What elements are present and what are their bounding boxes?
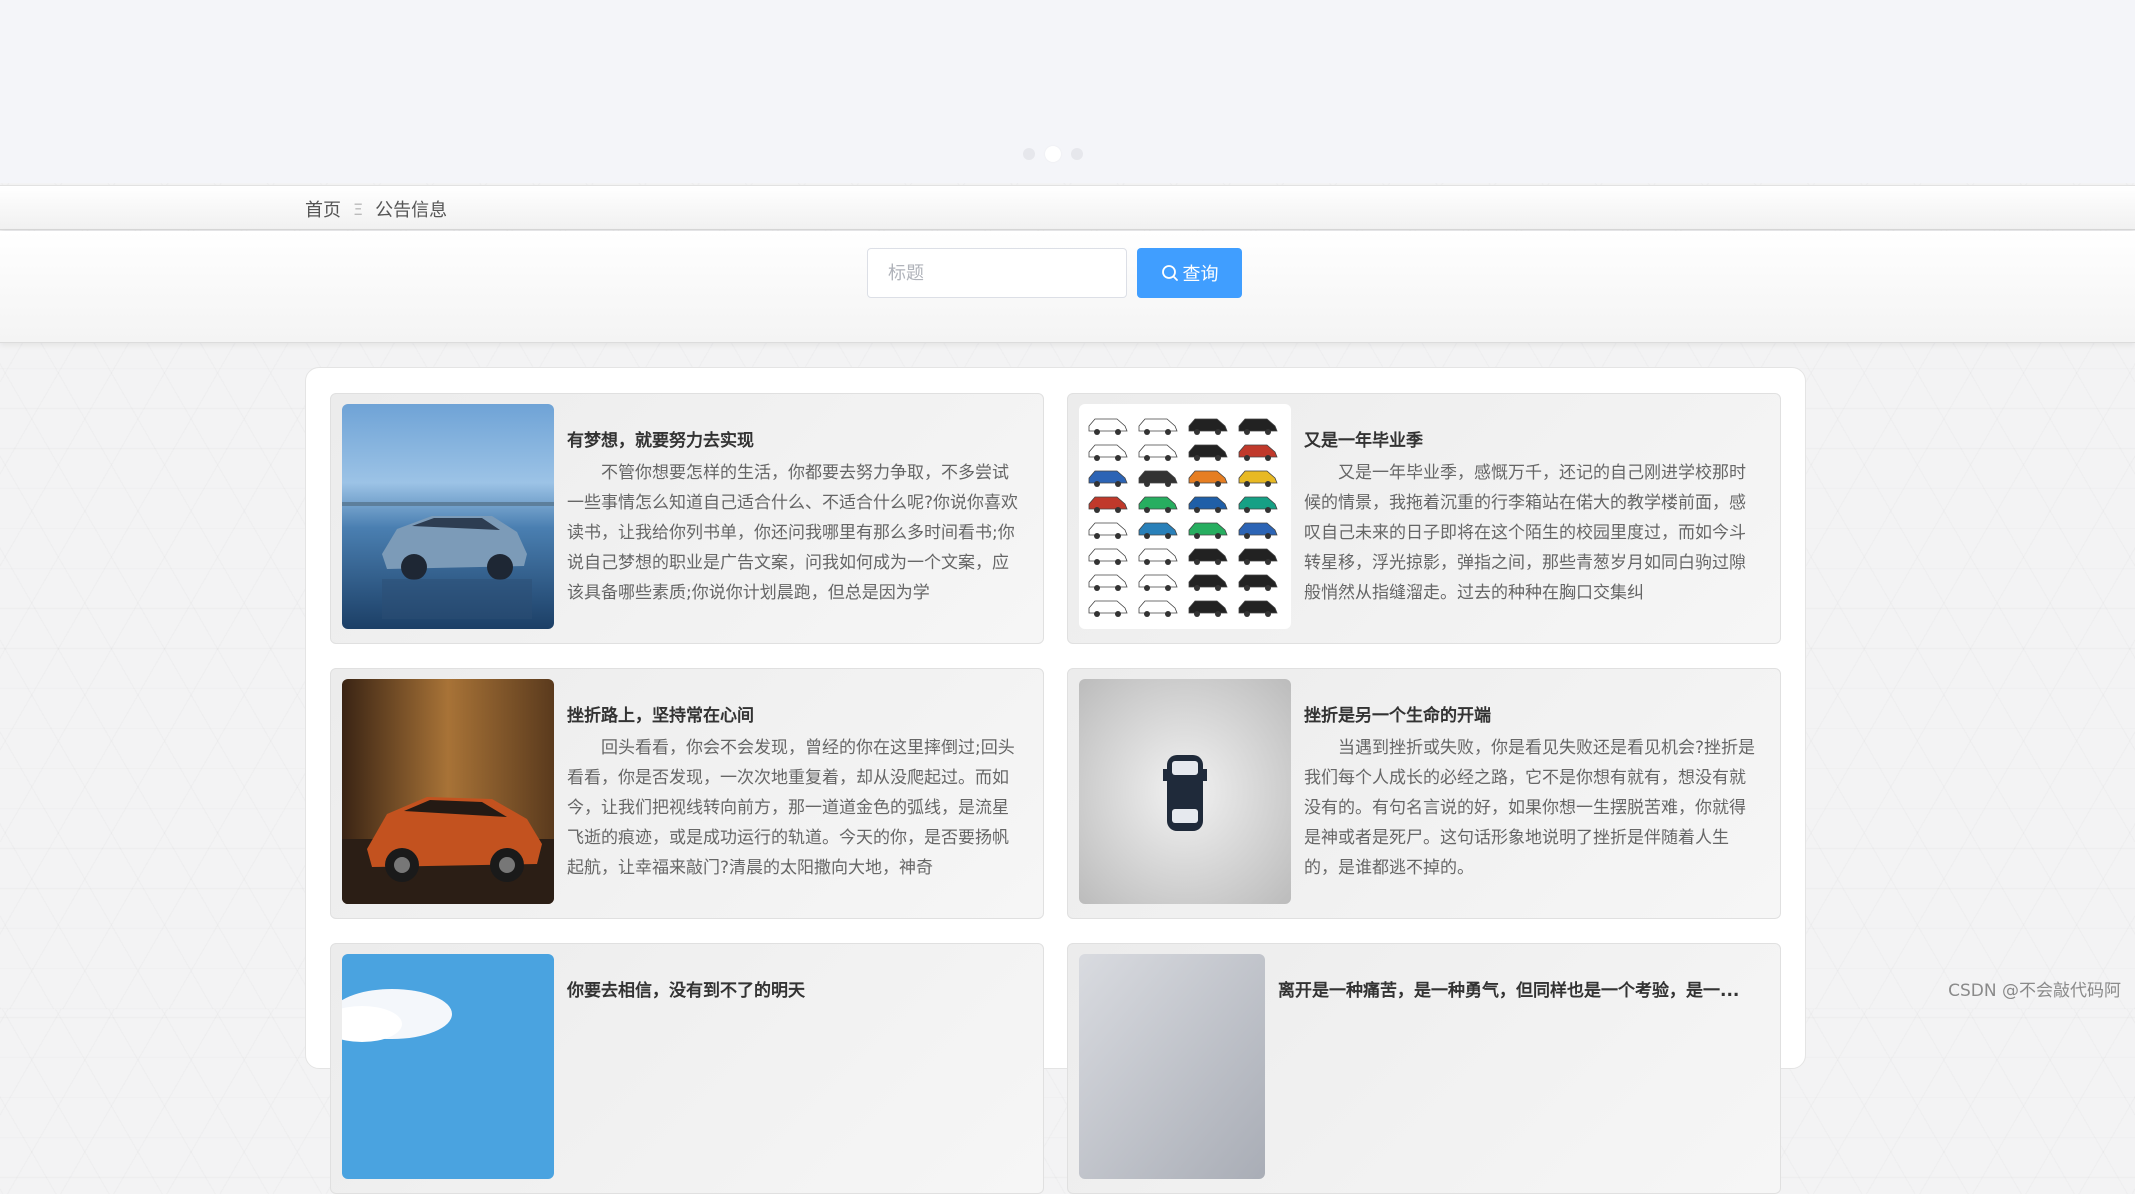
car-glyph-icon [1238,548,1278,565]
notice-thumbnail[interactable] [342,679,554,904]
car-glyph-icon [1088,496,1128,513]
notice-thumbnail[interactable] [1079,679,1291,904]
notice-card[interactable]: 挫折是另一个生命的开端 当遇到挫折或失败，你是看见失败还是看见机会?挫折是我们每… [1067,668,1781,919]
car-glyph-icon [1138,418,1178,435]
breadcrumb-separator-icon: Ξ [353,199,364,219]
breadcrumb-current: 公告信息 [375,200,448,221]
search-icon [1161,265,1178,281]
car-glyph-icon [1138,600,1178,617]
breadcrumb: 首页 Ξ 公告信息 [305,196,447,222]
notice-card[interactable]: 挫折路上，坚持常在心间 回头看看，你会不会发现，曾经的你在这里摔倒过;回头看看，… [330,668,1044,919]
car-glyph-icon [1138,496,1178,513]
notice-summary: 又是一年毕业季，感慨万千，还记的自己刚进学校那时候的情景，我拖着沉重的行李箱站在… [1304,463,1746,603]
notice-summary: 不管你想要怎样的生活，你都要去努力争取，不多尝试一些事情怎么知道自己适合什么、不… [567,463,1019,603]
car-glyph-icon [1238,470,1278,487]
notice-summary [567,1008,1019,1158]
car-glyph-icon [1188,444,1228,461]
csdn-watermark: CSDN @不会敲代码阿 [1948,981,2121,1001]
car-glyph-icon [1138,522,1178,539]
notice-card[interactable]: 又是一年毕业季 又是一年毕业季，感慨万千，还记的自己刚进学校那时候的情景，我拖着… [1067,393,1781,644]
carousel-indicators [1023,146,1083,162]
car-glyph-icon [1238,600,1278,617]
car-glyph-icon [1138,574,1178,591]
car-glyph-icon [1238,444,1278,461]
notice-thumbnail[interactable] [1079,954,1265,1179]
notice-title[interactable]: 你要去相信，没有到不了的明天 [567,976,805,1001]
search-bar: 查询 [0,231,2135,343]
car-glyph-icon [1088,470,1128,487]
title-search-input[interactable] [867,248,1127,298]
banner-carousel[interactable] [0,0,2135,183]
car-glyph-icon [1088,600,1128,617]
breadcrumb-bar: 首页 Ξ 公告信息 [0,185,2135,230]
notice-title[interactable]: 又是一年毕业季 [1304,426,1423,451]
car-glyph-icon [1188,418,1228,435]
notice-title[interactable]: 挫折路上，坚持常在心间 [567,701,754,726]
notice-title[interactable]: 有梦想，就要努力去实现 [567,426,754,451]
car-glyph-icon [1188,574,1228,591]
car-glyph-icon [1088,418,1128,435]
search-button-label: 查询 [1182,264,1219,285]
notice-summary: 回头看看，你会不会发现，曾经的你在这里摔倒过;回头看看，你是否发现，一次次地重复… [567,738,1015,878]
car-glyph-icon [1238,418,1278,435]
notice-thumbnail[interactable] [1079,404,1291,629]
car-glyph-icon [1188,496,1228,513]
car-glyph-icon [1088,574,1128,591]
notice-summary: 当遇到挫折或失败，你是看见失败还是看见机会?挫折是我们每个人成长的必经之路，它不… [1304,738,1756,878]
car-glyph-icon [1138,444,1178,461]
car-glyph-icon [1088,548,1128,565]
notice-card[interactable]: 你要去相信，没有到不了的明天 [330,943,1044,1194]
notice-card[interactable]: 离开是一种痛苦，是一种勇气，但同样也是一个考验，是一... [1067,943,1781,1194]
carousel-dot-active[interactable] [1045,146,1061,162]
car-glyph-icon [1238,522,1278,539]
notice-card[interactable]: 有梦想，就要努力去实现 不管你想要怎样的生活，你都要去努力争取，不多尝试一些事情… [330,393,1044,644]
carousel-dot[interactable] [1071,148,1083,160]
notice-thumbnail[interactable] [342,404,554,629]
car-glyph-icon [1188,548,1228,565]
car-glyph-icon [1138,548,1178,565]
notice-summary [1304,1008,1756,1158]
car-glyph-icon [1238,496,1278,513]
notice-title[interactable]: 挫折是另一个生命的开端 [1304,701,1491,726]
breadcrumb-home-link[interactable]: 首页 [305,196,341,222]
carousel-dot[interactable] [1023,148,1035,160]
car-glyph-icon [1138,470,1178,487]
car-glyph-icon [1188,522,1228,539]
car-glyph-icon [1088,522,1128,539]
car-glyph-icon [1088,444,1128,461]
notice-title[interactable]: 离开是一种痛苦，是一种勇气，但同样也是一个考验，是一... [1278,976,1739,1001]
car-glyph-icon [1238,574,1278,591]
notice-thumbnail[interactable] [342,954,554,1179]
car-glyph-icon [1188,600,1228,617]
car-glyph-icon [1188,470,1228,487]
search-button[interactable]: 查询 [1137,248,1242,298]
notice-list-panel: 有梦想，就要努力去实现 不管你想要怎样的生活，你都要去努力争取，不多尝试一些事情… [305,367,1806,1194]
